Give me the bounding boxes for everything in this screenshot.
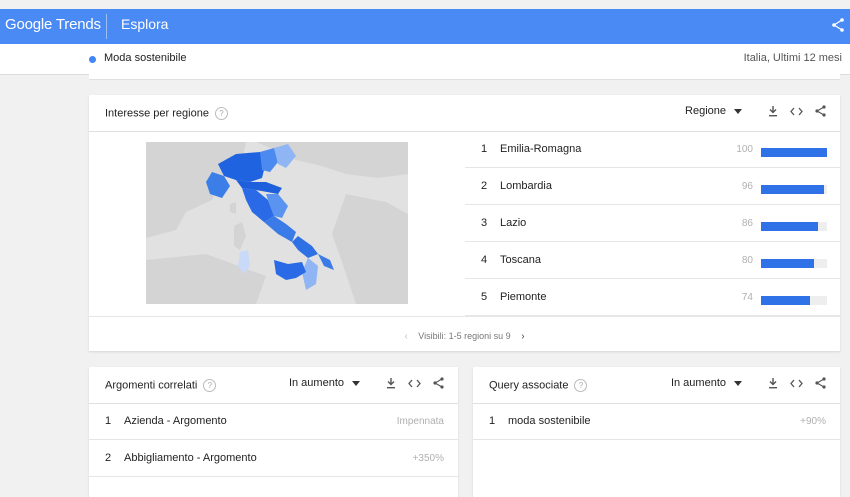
- region-value: 96: [741, 181, 753, 192]
- next-page-icon[interactable]: ›: [521, 331, 524, 342]
- region-value: 100: [736, 144, 753, 155]
- topic-row-rank: 1: [105, 415, 112, 427]
- resolution-select-label: Regione: [685, 105, 726, 117]
- region-card-title: Interesse per regione: [105, 107, 209, 120]
- region-bar: [761, 222, 827, 231]
- term-color-dot: [89, 56, 96, 63]
- query-row[interactable]: 1 moda sostenibile +90%: [473, 403, 840, 440]
- embed-icon[interactable]: [790, 379, 803, 388]
- region-row[interactable]: 2 Lombardia 96: [465, 168, 840, 205]
- page-title: Esplora: [121, 16, 169, 32]
- region-row[interactable]: 1 Emilia-Romagna 100: [465, 131, 840, 168]
- region-interest-card: Interesse per regione? Regione 1 Emilia-…: [89, 95, 840, 351]
- query-row-value: +90%: [800, 416, 826, 427]
- region-rank: 5: [481, 291, 488, 303]
- region-value: 86: [741, 218, 753, 229]
- region-card-footer-divider: [89, 316, 840, 317]
- region-rank: 3: [481, 217, 488, 229]
- prev-page-icon[interactable]: ‹: [404, 331, 407, 342]
- help-icon[interactable]: ?: [214, 107, 228, 120]
- related-queries-card: Query associate? In aumento 1 moda sosten…: [473, 367, 840, 497]
- topic-row[interactable]: 2 Abbigliamento - Argomento +350%: [89, 440, 458, 477]
- dropdown-caret-icon: [734, 108, 742, 114]
- query-row-rank: 1: [489, 415, 496, 427]
- region-value: 74: [741, 292, 753, 303]
- region-ranking-list: 1 Emilia-Romagna 100 2 Lombardia 96 3 Lazio 86 4 T…: [465, 131, 840, 316]
- topic-row-value: Impennata: [396, 416, 444, 427]
- topic-row-rank: 2: [105, 452, 112, 464]
- region-rank: 1: [481, 143, 488, 155]
- help-icon[interactable]: ?: [574, 379, 588, 392]
- related-topics-list: 1 Azienda - Argomento Impennata 2 Abbigliame…: [89, 403, 458, 477]
- queries-card-title-wrap: Query associate?: [489, 379, 588, 392]
- header-divider: [106, 14, 107, 39]
- region-bar-fill: [761, 148, 827, 157]
- app-header: Google Trends Esplora: [0, 9, 850, 44]
- region-bar-fill: [761, 185, 825, 194]
- region-bar-fill: [761, 259, 814, 268]
- queries-card-tools: In aumento: [671, 377, 826, 389]
- region-pagination: ‹ Visibili: 1-5 regioni su 9 ›: [89, 331, 840, 342]
- region-bar: [761, 148, 827, 157]
- pagination-label: Visibili: 1-5 regioni su 9: [418, 331, 511, 341]
- region-value: 80: [741, 255, 753, 266]
- region-rank: 2: [481, 180, 488, 192]
- share-icon[interactable]: [815, 105, 826, 117]
- topics-card-title-wrap: Argomenti correlati?: [105, 379, 217, 392]
- share-icon[interactable]: [433, 377, 444, 389]
- topics-filter-label: In aumento: [288, 377, 344, 389]
- topics-filter-select[interactable]: In aumento: [289, 377, 360, 389]
- region-name[interactable]: Toscana: [500, 254, 541, 266]
- previous-card-edge: [89, 74, 840, 80]
- region-row[interactable]: 3 Lazio 86: [465, 205, 840, 242]
- region-row[interactable]: 5 Piemonte 74: [465, 279, 840, 316]
- region-card-header: Interesse per regione? Regione: [89, 95, 840, 132]
- region-bar-fill: [761, 222, 818, 231]
- topics-card-title: Argomenti correlati: [105, 379, 198, 392]
- region-bar-fill: [761, 296, 810, 305]
- share-icon[interactable]: [815, 377, 826, 389]
- search-scope[interactable]: Italia, Ultimi 12 mesi: [744, 52, 842, 64]
- topic-row[interactable]: 1 Azienda - Argomento Impennata: [89, 403, 458, 440]
- download-icon[interactable]: [386, 377, 396, 389]
- queries-card-title: Query associate: [489, 379, 569, 392]
- topic-row-value: +350%: [412, 453, 444, 464]
- region-bar: [761, 259, 827, 268]
- queries-card-header: Query associate? In aumento: [473, 367, 840, 404]
- topic-row-name[interactable]: Azienda - Argomento: [124, 415, 227, 427]
- search-term[interactable]: Moda sostenibile: [104, 52, 187, 64]
- search-summary-bar: Moda sostenibile Italia, Ultimi 12 mesi: [0, 44, 850, 75]
- region-row[interactable]: 4 Toscana 80: [465, 242, 840, 279]
- dropdown-caret-icon: [352, 380, 360, 386]
- download-icon[interactable]: [768, 105, 778, 117]
- topic-row-name[interactable]: Abbigliamento - Argomento: [124, 452, 257, 464]
- embed-icon[interactable]: [408, 379, 421, 388]
- dropdown-caret-icon: [734, 380, 742, 386]
- italy-region-map[interactable]: [146, 142, 408, 304]
- topics-card-header: Argomenti correlati? In aumento: [89, 367, 458, 404]
- region-bar: [761, 296, 827, 305]
- download-icon[interactable]: [768, 377, 778, 389]
- topics-card-tools: In aumento: [289, 377, 444, 389]
- region-card-tools: Regione: [685, 105, 826, 117]
- queries-filter-select[interactable]: In aumento: [671, 377, 742, 389]
- region-name[interactable]: Lazio: [500, 217, 526, 229]
- related-topics-card: Argomenti correlati? In aumento 1 Azienda…: [89, 367, 458, 497]
- region-name[interactable]: Piemonte: [500, 291, 546, 303]
- embed-icon[interactable]: [790, 107, 803, 116]
- region-bar: [761, 185, 827, 194]
- region-card-title-wrap: Interesse per regione?: [105, 107, 228, 120]
- resolution-select[interactable]: Regione: [685, 105, 742, 117]
- related-queries-list: 1 moda sostenibile +90%: [473, 403, 840, 440]
- region-name[interactable]: Emilia-Romagna: [500, 143, 581, 155]
- region-rank: 4: [481, 254, 488, 266]
- queries-filter-label: In aumento: [670, 377, 726, 389]
- query-row-name[interactable]: moda sostenibile: [508, 415, 591, 427]
- share-icon[interactable]: [832, 18, 844, 37]
- help-icon[interactable]: ?: [203, 379, 217, 392]
- region-name[interactable]: Lombardia: [500, 180, 552, 192]
- app-logo[interactable]: Google Trends: [5, 16, 101, 33]
